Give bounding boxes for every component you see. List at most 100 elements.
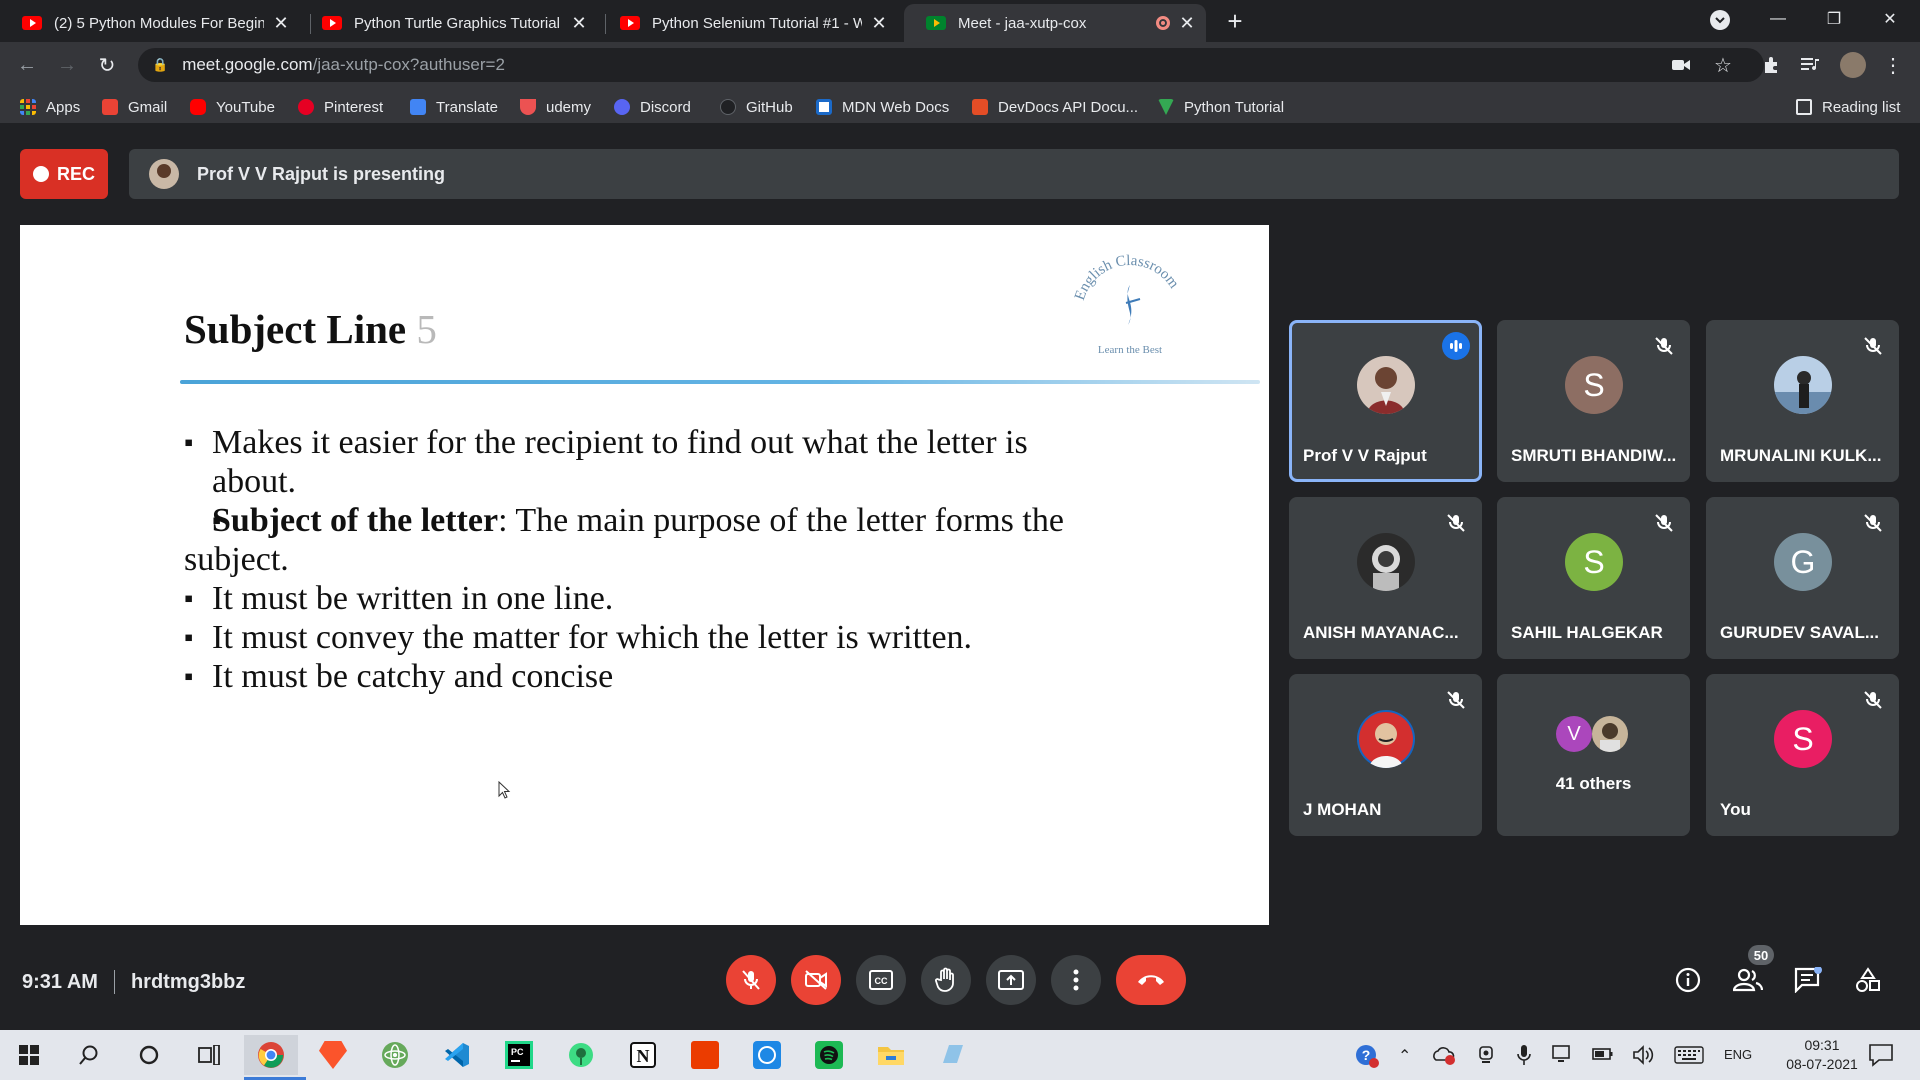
- participant-tile[interactable]: MRUNALINI KULK...: [1706, 320, 1899, 482]
- bookmark-apps[interactable]: Apps: [20, 96, 80, 118]
- app-taskbar-icon[interactable]: [926, 1035, 980, 1075]
- raise-hand-button[interactable]: [921, 955, 971, 1005]
- vscode-taskbar-icon[interactable]: [430, 1035, 484, 1075]
- svg-text:?: ?: [1362, 1047, 1371, 1063]
- notifications-icon[interactable]: [1868, 1043, 1894, 1067]
- new-tab-button[interactable]: +: [1220, 6, 1250, 36]
- slide-divider: [180, 380, 1260, 384]
- people-button[interactable]: [1728, 960, 1768, 1000]
- participant-tile[interactable]: Prof V V Rajput: [1289, 320, 1482, 482]
- windows-start-icon[interactable]: [2, 1035, 56, 1075]
- back-arrow-icon[interactable]: ←: [12, 50, 42, 80]
- participant-tile[interactable]: ANISH MAYANAC...: [1289, 497, 1482, 659]
- webcam-tray-icon[interactable]: [1476, 1045, 1496, 1065]
- bookmark-devdocs[interactable]: DevDocs API Docu...: [972, 96, 1138, 118]
- whatsapp-taskbar-icon[interactable]: [740, 1035, 794, 1075]
- browser-menu-icon[interactable]: ⋮: [1878, 50, 1908, 80]
- others-tile[interactable]: V 41 others: [1497, 674, 1690, 836]
- network-icon[interactable]: [1552, 1045, 1574, 1065]
- show-hidden-icons-chevron-icon[interactable]: ⌃: [1398, 1046, 1411, 1066]
- mic-muted-icon: [1864, 691, 1882, 709]
- search-icon[interactable]: [62, 1035, 116, 1075]
- close-tab-icon[interactable]: ✕: [570, 13, 588, 34]
- file-explorer-taskbar-icon[interactable]: [864, 1035, 918, 1075]
- forward-arrow-icon[interactable]: →: [52, 50, 82, 80]
- bookmark-youtube[interactable]: YouTube: [190, 96, 275, 118]
- bookmark-python-tutorial[interactable]: Python Tutorial: [1158, 96, 1284, 118]
- tab-search-icon[interactable]: [1710, 10, 1730, 30]
- microphone-tray-icon[interactable]: [1516, 1044, 1532, 1066]
- recording-badge[interactable]: REC: [20, 149, 108, 199]
- participant-tile[interactable]: G GURUDEV SAVAL...: [1706, 497, 1899, 659]
- extensions-puzzle-icon[interactable]: [1756, 50, 1786, 80]
- speaking-indicator-icon: [1442, 332, 1470, 360]
- minimize-icon[interactable]: —: [1750, 0, 1806, 38]
- meet-stage: REC Prof V V Rajput is presenting Subjec…: [0, 125, 1920, 1030]
- atom-taskbar-icon[interactable]: [368, 1035, 422, 1075]
- mic-muted-icon: [1655, 337, 1673, 355]
- browser-tab-1[interactable]: (2) 5 Python Modules For Beginn ✕: [0, 4, 300, 42]
- self-tile[interactable]: S You: [1706, 674, 1899, 836]
- camera-toggle-button[interactable]: [791, 955, 841, 1005]
- close-tab-icon[interactable]: ✕: [272, 13, 290, 34]
- chat-button[interactable]: [1788, 960, 1828, 1000]
- bookmark-udemy[interactable]: udemy: [520, 96, 591, 118]
- participant-tile[interactable]: S SMRUTI BHANDIW...: [1497, 320, 1690, 482]
- logo-text-top: English Classroom: [1072, 253, 1182, 302]
- pycharm-taskbar-icon[interactable]: PC: [492, 1035, 546, 1075]
- system-clock[interactable]: 09:31 08-07-2021: [1782, 1036, 1862, 1074]
- media-control-icon[interactable]: [1796, 50, 1826, 80]
- present-screen-button[interactable]: [986, 955, 1036, 1005]
- activities-button[interactable]: [1848, 960, 1888, 1000]
- close-tab-icon[interactable]: ✕: [870, 13, 888, 34]
- record-dot-icon: [32, 166, 49, 182]
- spotify-taskbar-icon[interactable]: [802, 1035, 856, 1075]
- browser-tab-2[interactable]: Python Turtle Graphics Tutorial # ✕: [300, 4, 598, 42]
- reload-icon[interactable]: ↻: [92, 50, 122, 80]
- participant-tile[interactable]: S SAHIL HALGEKAR: [1497, 497, 1690, 659]
- bookmark-gmail[interactable]: Gmail: [102, 96, 167, 118]
- volume-icon[interactable]: [1632, 1044, 1654, 1066]
- lock-icon: 🔒: [152, 57, 169, 72]
- input-language[interactable]: ENG: [1724, 1047, 1752, 1062]
- onedrive-error-icon[interactable]: [1432, 1044, 1456, 1066]
- restore-icon[interactable]: ❐: [1806, 0, 1862, 38]
- meeting-details-button[interactable]: [1668, 960, 1708, 1000]
- bookmark-github[interactable]: GitHub: [720, 96, 793, 118]
- tab-title: Python Selenium Tutorial #1 - W: [652, 14, 862, 32]
- office-taskbar-icon[interactable]: [678, 1035, 732, 1075]
- reading-list-button[interactable]: Reading list: [1796, 96, 1900, 118]
- camera-blocked-icon[interactable]: [1666, 50, 1696, 80]
- close-tab-icon[interactable]: ✕: [1178, 13, 1196, 34]
- browser-tab-strip: (2) 5 Python Modules For Beginn ✕ Python…: [0, 0, 1920, 42]
- keyboard-icon[interactable]: [1674, 1046, 1704, 1064]
- battery-icon[interactable]: [1592, 1046, 1614, 1062]
- bookmark-translate[interactable]: Translate: [410, 96, 498, 118]
- activities-shapes-icon: [1856, 967, 1880, 992]
- browser-tab-meet[interactable]: Meet - jaa-xutp-cox ✕: [904, 4, 1206, 42]
- help-notification-icon[interactable]: ?: [1354, 1043, 1380, 1069]
- bookmark-pinterest[interactable]: Pinterest: [298, 96, 383, 118]
- cortana-icon[interactable]: [122, 1035, 176, 1075]
- participant-tile[interactable]: J MOHAN: [1289, 674, 1482, 836]
- notion-taskbar-icon[interactable]: N: [616, 1035, 670, 1075]
- address-bar[interactable]: 🔒 meet.google.com /jaa-xutp-cox?authuser…: [138, 48, 1764, 82]
- task-view-icon[interactable]: [182, 1035, 236, 1075]
- close-window-icon[interactable]: ✕: [1862, 0, 1918, 38]
- chrome-taskbar-icon[interactable]: [244, 1035, 306, 1080]
- browser-tab-3[interactable]: Python Selenium Tutorial #1 - W ✕: [598, 4, 898, 42]
- browser-toolbar: ← → ↻ 🔒 meet.google.com /jaa-xutp-cox?au…: [0, 42, 1920, 88]
- more-options-button[interactable]: [1051, 955, 1101, 1005]
- profile-avatar[interactable]: [1840, 52, 1866, 78]
- bookmark-star-icon[interactable]: ☆: [1708, 50, 1738, 80]
- youtube-icon: [620, 16, 640, 30]
- brave-taskbar-icon[interactable]: [306, 1035, 360, 1075]
- bookmark-discord[interactable]: Discord: [614, 96, 691, 118]
- bookmark-mdn[interactable]: MDN Web Docs: [816, 96, 949, 118]
- captions-button[interactable]: CC: [856, 955, 906, 1005]
- divider: [113, 970, 115, 994]
- maps-app-taskbar-icon[interactable]: [554, 1035, 608, 1075]
- participant-avatar: S: [1565, 356, 1623, 414]
- leave-call-button[interactable]: [1116, 955, 1186, 1005]
- microphone-toggle-button[interactable]: [726, 955, 776, 1005]
